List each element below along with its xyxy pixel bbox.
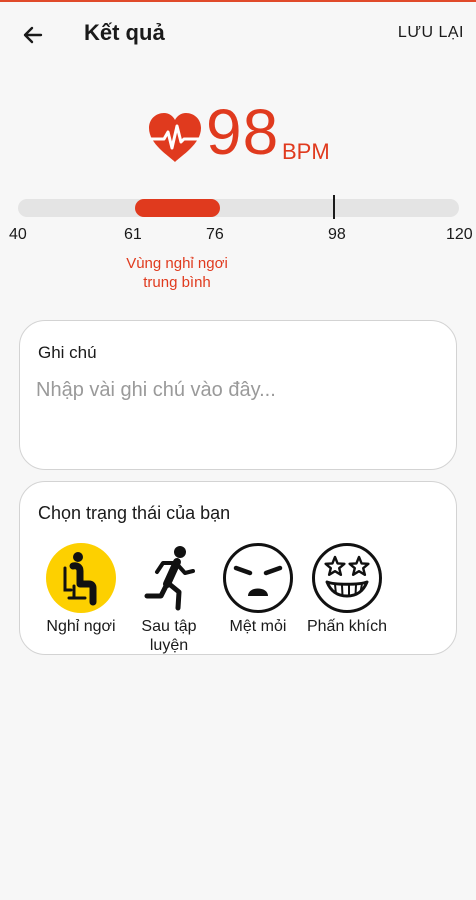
range-tick-40: 40 xyxy=(9,226,27,243)
notes-title: Ghi chú xyxy=(38,343,97,362)
range-tick-76: 76 xyxy=(206,226,224,243)
page-title: Kết quả xyxy=(84,20,165,45)
status-card: Chọn trạng thái của bạn Nghỉ ngơi Sau tậ… xyxy=(19,481,457,655)
notes-input[interactable] xyxy=(36,375,436,405)
resting-zone-bar xyxy=(135,199,221,217)
status-option-tired[interactable]: Mệt mỏi xyxy=(213,542,303,636)
heart-rate-unit: BPM xyxy=(282,139,330,164)
status-label-resting: Nghỉ ngơi xyxy=(46,618,116,635)
tired-face-icon xyxy=(222,542,294,614)
star-eyes-face-icon xyxy=(311,542,383,614)
notes-card: Ghi chú xyxy=(19,320,457,470)
range-tick-98: 98 xyxy=(328,226,346,243)
status-option-after-workout[interactable]: Sau tập luyện xyxy=(124,542,214,655)
range-tick-120: 120 xyxy=(446,226,473,243)
heart-rate-range-track xyxy=(18,199,459,217)
heart-rate-icon xyxy=(147,112,203,164)
app-bar: Kết quả LƯU LẠI xyxy=(0,2,476,64)
back-arrow-icon[interactable] xyxy=(18,20,48,50)
status-title: Chọn trạng thái của bạn xyxy=(38,503,231,523)
heart-rate-value: 98 xyxy=(206,96,280,168)
zone-label: Vùng nghỉ ngơi trung bình xyxy=(126,255,228,291)
current-rate-marker xyxy=(332,195,335,219)
status-label-excited: Phấn khích xyxy=(306,618,388,635)
range-tick-61: 61 xyxy=(124,226,142,243)
status-label-after-workout: Sau tập luyện xyxy=(141,618,197,654)
status-label-tired: Mệt mỏi xyxy=(229,618,287,635)
status-option-excited[interactable]: Phấn khích xyxy=(302,542,392,636)
sitting-person-icon xyxy=(45,542,117,614)
status-option-resting[interactable]: Nghỉ ngơi xyxy=(36,542,126,636)
running-person-icon xyxy=(133,542,205,614)
save-button[interactable]: LƯU LẠI xyxy=(398,24,464,42)
